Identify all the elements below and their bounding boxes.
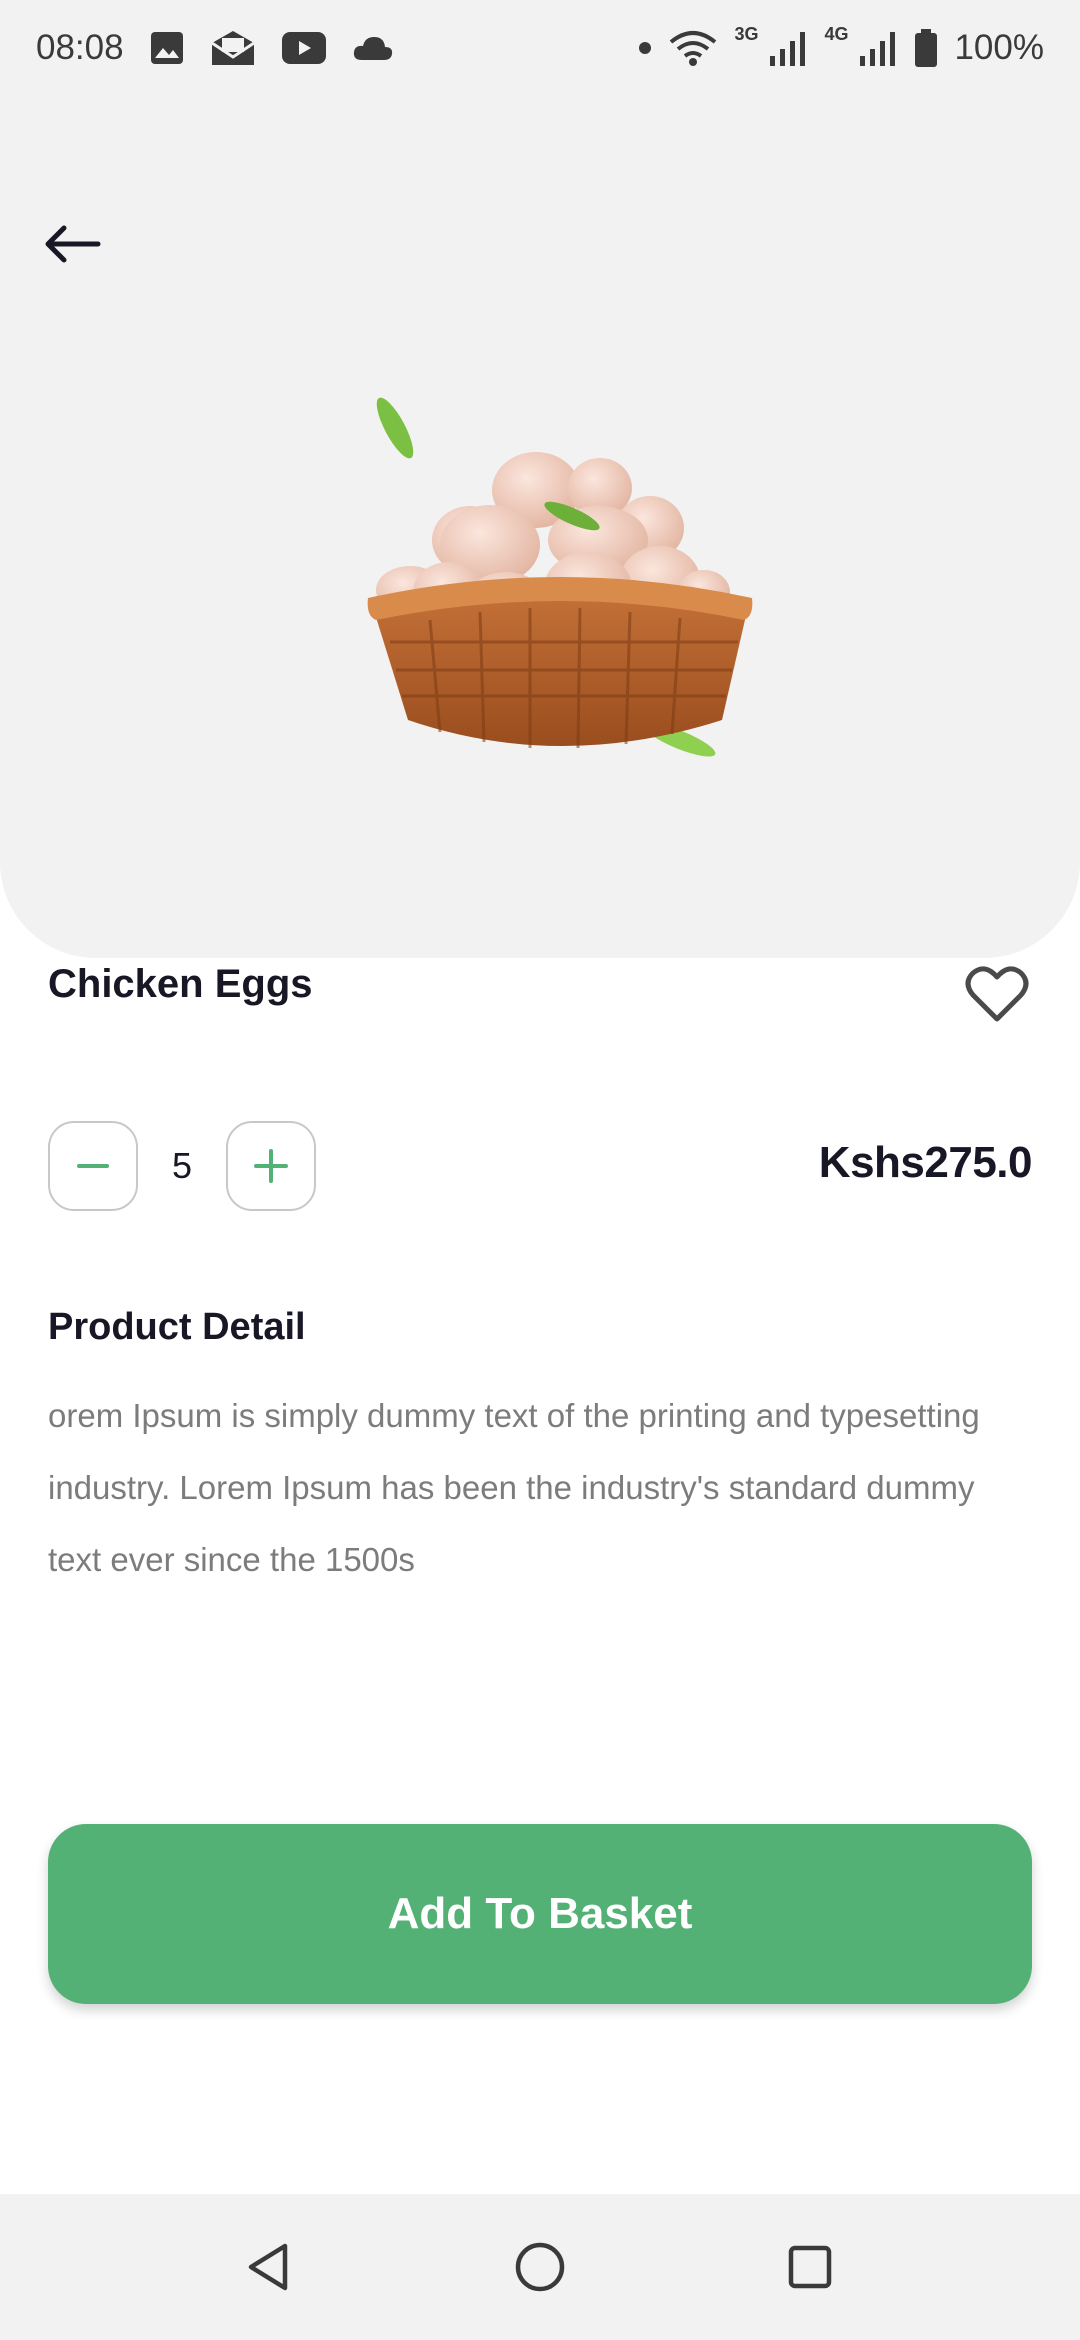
- heart-icon: [965, 966, 1029, 1022]
- triangle-back-icon: [248, 2243, 288, 2291]
- signal-4g-icon: [858, 30, 898, 66]
- favorite-button[interactable]: [960, 960, 1034, 1028]
- product-title: Chicken Eggs: [48, 962, 313, 1006]
- cloud-icon: [352, 34, 394, 62]
- status-time: 08:08: [36, 28, 124, 67]
- circle-home-icon: [515, 2242, 565, 2292]
- quantity-value: 5: [171, 1145, 193, 1186]
- product-detail-screen: 08:08 3G 4G 100% Chicken Eggs 5 Kshs275.…: [0, 0, 1080, 2340]
- nav-home-button[interactable]: [480, 2194, 600, 2340]
- product-price: Kshs275.0: [818, 1138, 1033, 1187]
- egg-basket-image: [367, 397, 753, 757]
- youtube-icon: [281, 32, 326, 64]
- system-navigation-bar: [0, 2194, 1080, 2340]
- signal-3g-icon: [768, 30, 808, 66]
- minus-icon: [77, 1164, 109, 1168]
- notification-dot-icon: [638, 41, 652, 55]
- product-detail-heading: Product Detail: [48, 1306, 306, 1348]
- battery-level: 100%: [954, 28, 1044, 67]
- network-4g-label: 4G: [824, 23, 849, 44]
- network-3g-label: 3G: [734, 23, 759, 44]
- nav-back-button[interactable]: [208, 2194, 328, 2340]
- arrow-left-icon: [45, 225, 101, 263]
- status-bar: 08:08 3G 4G 100%: [0, 0, 1080, 96]
- back-button[interactable]: [38, 214, 106, 274]
- increase-quantity-button[interactable]: [226, 1121, 316, 1211]
- image-icon: [150, 31, 184, 65]
- nav-recents-button[interactable]: [750, 2194, 870, 2340]
- square-recents-icon: [788, 2245, 832, 2289]
- battery-icon: [914, 29, 938, 67]
- wifi-icon: [668, 28, 718, 68]
- mail-icon: [210, 29, 256, 67]
- add-to-basket-button[interactable]: Add To Basket: [48, 1824, 1032, 2004]
- decrease-quantity-button[interactable]: [48, 1121, 138, 1211]
- product-detail-description: orem Ipsum is simply dummy text of the p…: [48, 1397, 980, 1578]
- plus-icon: [254, 1149, 288, 1183]
